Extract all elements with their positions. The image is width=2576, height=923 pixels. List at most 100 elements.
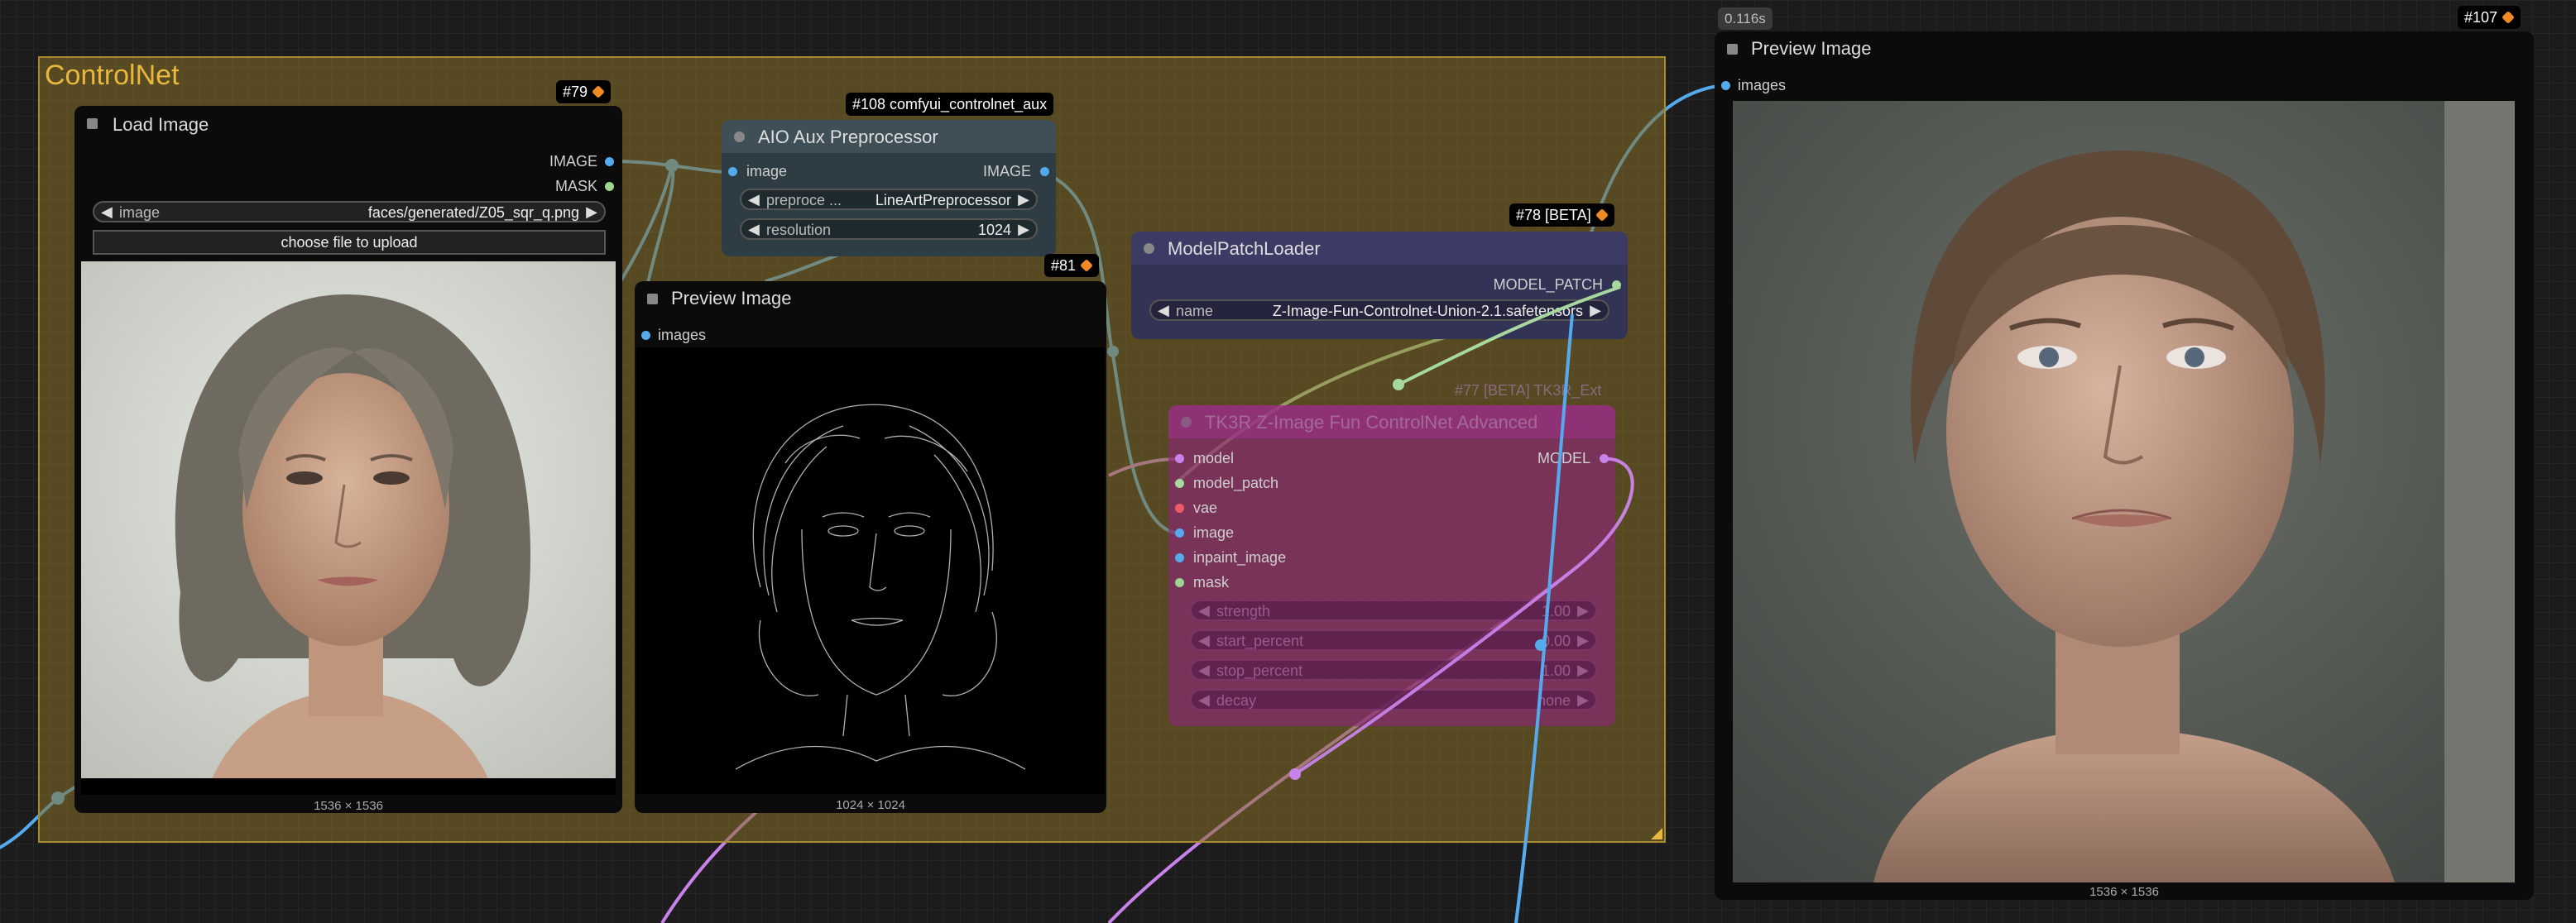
- strength-widget[interactable]: ◀ strength 1.00 ▶: [1190, 600, 1597, 621]
- node-badge-79: #79: [556, 80, 612, 103]
- collapse-icon[interactable]: [647, 294, 658, 304]
- widget-label: name: [1176, 303, 1214, 319]
- arrow-left-icon[interactable]: ◀: [748, 221, 760, 238]
- collapse-icon[interactable]: [87, 118, 98, 129]
- node-badge-108: #108 comfyui_controlnet_aux: [846, 93, 1054, 116]
- widget-value: none: [1537, 692, 1571, 709]
- widget-label: strength: [1216, 603, 1271, 619]
- image-select-widget[interactable]: ◀ image faces/generated/Z05_sqr_q.png ▶: [93, 201, 606, 222]
- input-model-patch-slot[interactable]: [1175, 479, 1184, 488]
- fox-icon: [2502, 11, 2515, 24]
- widget-label: stop_percent: [1216, 662, 1303, 679]
- arrow-right-icon[interactable]: ▶: [1577, 602, 1589, 619]
- widget-label: preproce ...: [766, 192, 842, 208]
- input-model-patch-label: model_patch: [1193, 475, 1279, 491]
- node-title[interactable]: Load Image: [113, 114, 209, 136]
- input-mask-slot[interactable]: [1175, 578, 1184, 587]
- input-model-slot[interactable]: [1175, 454, 1184, 463]
- node-title[interactable]: Preview Image: [1751, 38, 1872, 60]
- arrow-left-icon[interactable]: ◀: [1198, 691, 1210, 709]
- node-title[interactable]: ModelPatchLoader: [1168, 238, 1321, 260]
- tk3r-controlnet-advanced-node[interactable]: TK3R Z-Image Fun ControlNet Advanced mod…: [1168, 405, 1615, 726]
- node-badge-77: #77 [BETA] TK3R_Ext: [1455, 382, 1602, 399]
- node-title[interactable]: TK3R Z-Image Fun ControlNet Advanced: [1205, 412, 1537, 433]
- fox-icon: [1080, 259, 1093, 272]
- name-select-widget[interactable]: ◀ name Z-Image-Fun-Controlnet-Union-2.1.…: [1149, 299, 1609, 321]
- widget-label: start_percent: [1216, 633, 1304, 649]
- output-image-label: IMAGE: [549, 153, 597, 170]
- portrait-result-photo: [1733, 101, 2515, 882]
- arrow-right-icon[interactable]: ▶: [1590, 302, 1601, 319]
- load-image-node[interactable]: Load Image IMAGE MASK ◀ image faces/gene…: [74, 106, 622, 813]
- output-mask-slot[interactable]: [605, 182, 614, 191]
- decay-widget[interactable]: ◀ decay none ▶: [1190, 689, 1597, 710]
- lineart-face: [669, 404, 1026, 794]
- arrow-right-icon[interactable]: ▶: [586, 203, 597, 221]
- image-size-caption: 1536 × 1536: [2089, 885, 2159, 899]
- node-title[interactable]: AIO Aux Preprocessor: [758, 127, 938, 148]
- input-images-slot[interactable]: [641, 331, 650, 340]
- widget-value: LineArtPreprocessor: [875, 192, 1011, 208]
- input-image-slot[interactable]: [1175, 528, 1184, 538]
- image-size-caption: 1024 × 1024: [836, 798, 905, 812]
- lineart-preview-image: [636, 347, 1105, 794]
- preview-image-node-107[interactable]: Preview Image images 1536 × 1536: [1715, 31, 2534, 900]
- arrow-left-icon[interactable]: ◀: [1198, 662, 1210, 679]
- fox-icon: [1595, 208, 1609, 222]
- arrow-left-icon[interactable]: ◀: [1198, 632, 1210, 649]
- input-images-slot[interactable]: [1721, 81, 1730, 90]
- stop-percent-widget[interactable]: ◀ stop_percent 1.00 ▶: [1190, 659, 1597, 681]
- arrow-right-icon[interactable]: ▶: [1577, 632, 1589, 649]
- image-size-caption: 1536 × 1536: [314, 799, 383, 813]
- node-title[interactable]: Preview Image: [671, 288, 792, 309]
- collapse-icon[interactable]: [1181, 417, 1192, 428]
- model-patch-loader-node[interactable]: ModelPatchLoader MODEL_PATCH ◀ name Z-Im…: [1131, 232, 1628, 339]
- node-badge-81: #81: [1044, 254, 1100, 277]
- output-model-patch-slot[interactable]: [1612, 280, 1621, 289]
- arrow-left-icon[interactable]: ◀: [101, 203, 113, 221]
- group-resize-handle[interactable]: [1651, 828, 1662, 839]
- output-model-label: MODEL: [1537, 450, 1590, 466]
- input-image-slot[interactable]: [728, 167, 737, 176]
- widget-label: decay: [1216, 692, 1257, 709]
- arrow-right-icon[interactable]: ▶: [1577, 691, 1589, 709]
- arrow-right-icon[interactable]: ▶: [1018, 191, 1029, 208]
- widget-value: faces/generated/Z05_sqr_q.png: [367, 204, 579, 221]
- widget-value: 1.00: [1541, 662, 1571, 679]
- group-title[interactable]: ControlNet: [45, 60, 180, 92]
- input-inpaint-image-slot[interactable]: [1175, 553, 1184, 562]
- input-image-label: image: [746, 163, 788, 179]
- portrait-woman-photo: [81, 261, 616, 795]
- collapse-icon[interactable]: [734, 132, 745, 142]
- widget-value: Z-Image-Fun-Controlnet-Union-2.1.safeten…: [1272, 303, 1583, 319]
- output-model-slot[interactable]: [1600, 454, 1609, 463]
- upload-button[interactable]: choose file to upload: [93, 230, 606, 255]
- output-image-slot[interactable]: [605, 157, 614, 166]
- arrow-left-icon[interactable]: ◀: [1198, 602, 1210, 619]
- collapse-icon[interactable]: [1144, 243, 1154, 254]
- resolution-number-widget[interactable]: ◀ resolution 1024 ▶: [740, 218, 1038, 240]
- widget-label: image: [119, 204, 161, 221]
- widget-value: 0.00: [1541, 633, 1571, 649]
- execution-time-badge: 0.116s: [1718, 7, 1772, 30]
- input-vae-label: vae: [1193, 500, 1218, 516]
- arrow-right-icon[interactable]: ▶: [1577, 662, 1589, 679]
- node-badge-107: #107: [2458, 6, 2521, 29]
- arrow-left-icon[interactable]: ◀: [748, 191, 760, 208]
- input-vae-slot[interactable]: [1175, 504, 1184, 513]
- output-image-slot[interactable]: [1040, 167, 1049, 176]
- input-mask-label: mask: [1193, 574, 1230, 591]
- result-preview-image: [1733, 101, 2515, 882]
- input-images-label: images: [658, 327, 707, 343]
- loaded-image: [81, 261, 616, 795]
- aio-aux-preprocessor-node[interactable]: AIO Aux Preprocessor image IMAGE ◀ prepr…: [722, 120, 1056, 256]
- arrow-right-icon[interactable]: ▶: [1018, 221, 1029, 238]
- preprocessor-select-widget[interactable]: ◀ preproce ... LineArtPreprocessor ▶: [740, 189, 1038, 210]
- output-model-patch-label: MODEL_PATCH: [1493, 276, 1603, 293]
- preview-image-node-81[interactable]: Preview Image images 1024 × 1024: [635, 281, 1106, 813]
- input-image-label: image: [1193, 524, 1235, 541]
- collapse-icon[interactable]: [1727, 44, 1738, 55]
- arrow-left-icon[interactable]: ◀: [1158, 302, 1169, 319]
- start-percent-widget[interactable]: ◀ start_percent 0.00 ▶: [1190, 629, 1597, 651]
- output-mask-label: MASK: [554, 178, 597, 194]
